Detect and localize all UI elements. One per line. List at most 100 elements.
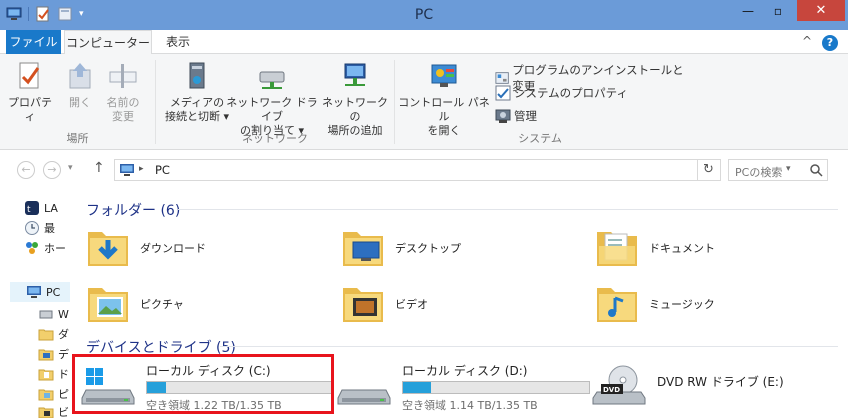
ribbon-group-location-label: 場所 bbox=[66, 132, 89, 145]
breadcrumb-arrow-icon[interactable]: ▸ bbox=[139, 164, 144, 174]
open-icon bbox=[69, 63, 91, 89]
folder-videos[interactable]: ビデオ bbox=[339, 280, 428, 328]
add-location-label-1: ネットワークの bbox=[322, 96, 388, 123]
tab-file[interactable]: ファイル bbox=[6, 30, 61, 54]
nav-item-label: ビ bbox=[58, 406, 69, 418]
properties-label: プロパティ bbox=[8, 96, 52, 123]
folder-label: デスクトップ bbox=[395, 242, 461, 255]
uninstall-icon bbox=[495, 72, 509, 84]
folder-label: ダウンロード bbox=[140, 242, 206, 255]
folder-downloads[interactable]: ダウンロード bbox=[84, 224, 206, 272]
media-server-icon bbox=[189, 62, 205, 89]
nav-item-pc[interactable]: PC bbox=[26, 284, 60, 300]
address-bar[interactable]: ▸ PC ▾ bbox=[114, 159, 791, 181]
maximize-button[interactable]: ▫ bbox=[764, 0, 792, 21]
refresh-button[interactable]: ↻ bbox=[697, 159, 719, 181]
nav-item-documents[interactable]: ド bbox=[38, 366, 69, 382]
tab-computer[interactable]: コンピューター bbox=[64, 30, 152, 55]
nav-item-desktop[interactable]: デ bbox=[38, 346, 69, 362]
nav-item-homegroup[interactable]: ホー bbox=[24, 240, 66, 256]
network-location-icon bbox=[344, 63, 366, 86]
ribbon-group-network-label: ネットワーク bbox=[242, 132, 308, 145]
folder-label: ビデオ bbox=[395, 298, 428, 311]
nav-item-label: ダ bbox=[58, 328, 69, 341]
folder-icon bbox=[38, 407, 54, 418]
search-input[interactable]: PCの検索 bbox=[728, 159, 828, 181]
ribbon-group-network: メディアの 接続と切断 ▾ ネットワーク ドライブ の割り当て ▾ ネットワーク… bbox=[156, 54, 394, 150]
ribbon-group-location: プロパティ 開く 名前の 変更 場所 bbox=[0, 54, 155, 150]
close-button[interactable]: ✕ bbox=[797, 0, 845, 21]
folder-icon bbox=[38, 369, 54, 381]
drive-free-space: 空き領域 1.14 TB/1.35 TB bbox=[402, 399, 538, 412]
network-drive-icon bbox=[259, 71, 285, 89]
folder-label: ミュージック bbox=[649, 298, 715, 311]
folder-music[interactable]: ミュージック bbox=[593, 280, 715, 328]
back-button[interactable]: ← bbox=[17, 161, 35, 179]
folder-pictures[interactable]: ピクチャ bbox=[84, 280, 184, 328]
nav-item-downloads[interactable]: ダ bbox=[38, 326, 69, 342]
nav-item-videos[interactable]: ビ bbox=[38, 404, 69, 418]
folder-desktop[interactable]: デスクトップ bbox=[339, 224, 461, 272]
computer-icon bbox=[27, 286, 41, 298]
forward-button[interactable]: → bbox=[43, 161, 61, 179]
pictures-folder-icon bbox=[88, 288, 128, 322]
nav-item-label: LA bbox=[44, 201, 58, 215]
nav-item-label: W bbox=[58, 307, 69, 321]
add-network-location-button[interactable]: ネットワークの 場所の追加 bbox=[320, 60, 390, 138]
system-properties-icon bbox=[495, 85, 511, 101]
media-connect-button[interactable]: メディアの 接続と切断 ▾ bbox=[162, 60, 232, 124]
svg-text:DVD: DVD bbox=[603, 386, 620, 394]
address-row: ← → ▾ ↑ ▸ PC ▾ PCの検索 bbox=[0, 150, 848, 188]
nav-item-label: ホー bbox=[44, 242, 66, 255]
homegroup-icon bbox=[26, 242, 38, 254]
folder-documents[interactable]: ドキュメント bbox=[593, 224, 715, 272]
download-folder-icon bbox=[88, 232, 128, 266]
control-panel-icon bbox=[431, 64, 457, 87]
search-placeholder: PCの検索 bbox=[735, 166, 783, 179]
drive-name: DVD RW ドライブ (E:) bbox=[657, 375, 784, 389]
ribbon-group-system-label: システム bbox=[518, 132, 562, 145]
collapse-ribbon-button[interactable]: ^ bbox=[802, 34, 812, 48]
nav-item-label: ド bbox=[58, 368, 69, 381]
properties-button[interactable]: プロパティ bbox=[6, 60, 54, 124]
breadcrumb-pc[interactable]: PC bbox=[155, 163, 170, 177]
system-properties-button[interactable]: システムのプロパティ bbox=[495, 85, 628, 101]
network-drive-icon: t bbox=[25, 201, 39, 215]
manage-button[interactable]: 管理 bbox=[495, 108, 537, 124]
dvd-drive-icon: DVD bbox=[592, 365, 646, 405]
section-divider bbox=[220, 346, 838, 347]
control-panel-button[interactable]: コントロール パネル を開く bbox=[397, 60, 491, 138]
computer-icon bbox=[120, 164, 134, 176]
selection-highlight-box bbox=[72, 354, 334, 414]
documents-folder-icon bbox=[597, 232, 637, 266]
drive-d[interactable]: ローカル ディスク (D:) 空き領域 1.14 TB/1.35 TB bbox=[336, 360, 596, 412]
tab-view[interactable]: 表示 bbox=[156, 30, 200, 54]
folder-label: ピクチャ bbox=[140, 298, 184, 311]
drive-e[interactable]: DVD DVD RW ドライブ (E:) bbox=[591, 360, 848, 410]
videos-folder-icon bbox=[343, 288, 383, 322]
svg-text:t: t bbox=[27, 205, 31, 215]
ribbon-tabs: ファイル コンピューター 表示 ^ bbox=[0, 30, 848, 55]
folders-section-header[interactable]: フォルダー (6) bbox=[86, 200, 180, 220]
drive-name: ローカル ディスク (D:) bbox=[402, 364, 528, 378]
nav-item-label: ピ bbox=[58, 388, 69, 401]
open-button[interactable]: 開く bbox=[62, 60, 98, 110]
up-button[interactable]: ↑ bbox=[93, 160, 105, 176]
nav-item-network-drive[interactable]: t LA bbox=[24, 200, 58, 216]
hard-drive-icon bbox=[337, 389, 391, 405]
rename-icon bbox=[109, 64, 137, 88]
rename-button[interactable]: 名前の 変更 bbox=[100, 60, 146, 124]
map-network-drive-button[interactable]: ネットワーク ドライブ の割り当て ▾ bbox=[226, 60, 318, 138]
recent-locations-dropdown-icon[interactable]: ▾ bbox=[68, 163, 73, 173]
minimize-button[interactable]: — bbox=[734, 0, 762, 21]
map-label-1: ネットワーク ドライブ bbox=[226, 96, 318, 123]
help-button[interactable]: ? bbox=[822, 35, 838, 51]
search-icon[interactable] bbox=[809, 163, 823, 177]
nav-item-w[interactable]: W bbox=[38, 306, 69, 322]
nav-item-pictures[interactable]: ピ bbox=[38, 386, 69, 402]
folders-header-text: フォルダー (6) bbox=[86, 203, 181, 219]
nav-item-recent[interactable]: 最 bbox=[24, 220, 55, 236]
ribbon: プロパティ 開く 名前の 変更 場所 メディアの 接続と切断 ▾ ネットワーク … bbox=[0, 54, 848, 150]
rename-label-2: 変更 bbox=[112, 110, 134, 123]
control-panel-label-1: コントロール パネル bbox=[398, 96, 490, 123]
